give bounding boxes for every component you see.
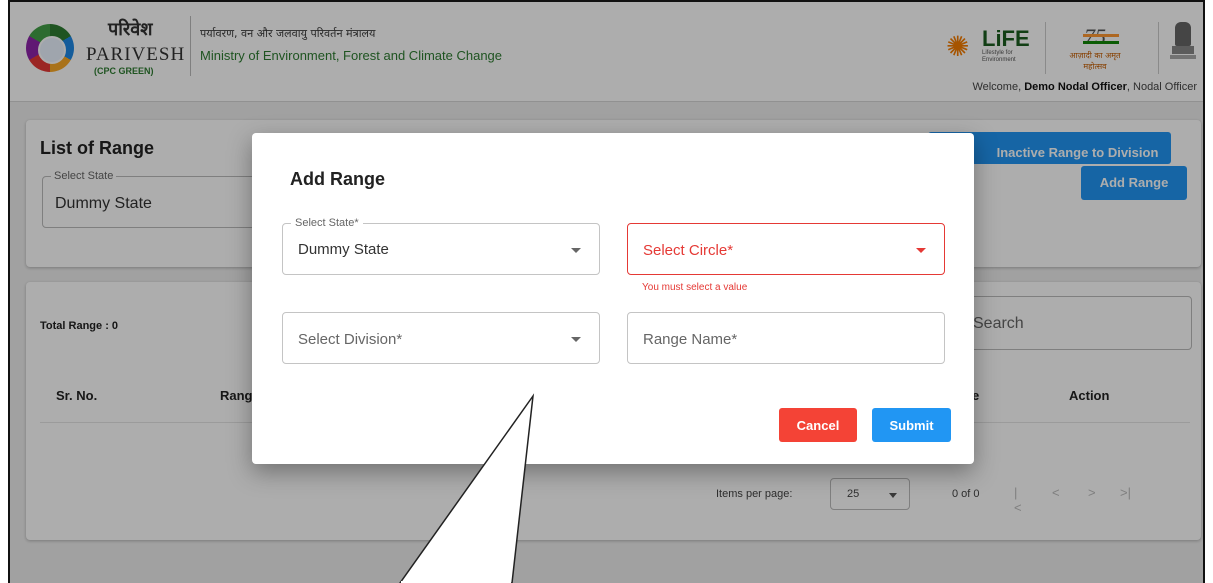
chevron-down-icon	[916, 248, 926, 253]
select-circle-placeholder: Select Circle*	[643, 242, 734, 259]
select-state-label: Select State*	[291, 217, 363, 229]
circle-error-message: You must select a value	[642, 282, 748, 293]
range-name-placeholder: Range Name*	[643, 331, 738, 348]
select-division-placeholder: Select Division*	[298, 331, 403, 348]
select-circle-field[interactable]: Select Circle*	[627, 223, 945, 275]
select-state-value: Dummy State	[298, 241, 389, 258]
chevron-down-icon	[571, 248, 581, 253]
submit-button[interactable]: Submit	[872, 408, 951, 442]
select-state-field[interactable]: Select State* Dummy State	[282, 217, 600, 275]
select-division-field[interactable]: Select Division*	[282, 312, 600, 364]
dialog-title: Add Range	[290, 169, 386, 189]
range-name-input[interactable]: Range Name*	[627, 312, 945, 364]
add-range-dialog: Add Range Select State* Dummy State Sele…	[252, 133, 974, 464]
cancel-button[interactable]: Cancel	[779, 408, 857, 442]
app-window: परिवेश PARIVESH (CPC GREEN) पर्यावरण, वन…	[8, 0, 1205, 583]
chevron-down-icon	[571, 337, 581, 342]
